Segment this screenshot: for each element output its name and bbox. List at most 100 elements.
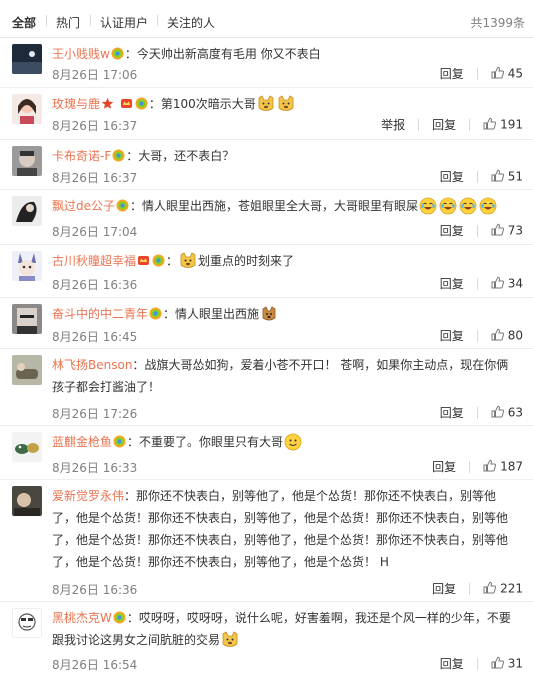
comment-time: 8月26日 17:04 xyxy=(52,225,138,239)
action-divider xyxy=(469,582,471,595)
rainbow-badge-icon xyxy=(152,254,165,267)
like-button[interactable]: 63 xyxy=(491,405,523,420)
thumbs-up-icon xyxy=(491,656,504,669)
like-button[interactable]: 73 xyxy=(491,223,523,238)
reply-button[interactable]: 回复 xyxy=(440,222,464,239)
comment-text: 黑桃杰克W ：哎呀呀，哎呀呀，说什么呢，好害羞啊，我还是个风一样的少年，不要跟我讨… xyxy=(52,611,511,647)
laugh-cry-emoji-icon xyxy=(439,197,457,215)
tab-hot[interactable]: 热门 xyxy=(56,14,80,31)
avatar[interactable] xyxy=(12,196,42,226)
comment-item: 王小贱贱w ：今天帅出新高度有毛用 你又不表白 8月26日 17:06 回复 45 xyxy=(0,38,533,88)
like-button[interactable]: 34 xyxy=(491,276,523,291)
reply-button[interactable]: 回复 xyxy=(440,275,464,292)
rainbow-badge-icon xyxy=(111,47,124,60)
action-divider xyxy=(476,277,478,290)
comment-item: 爱新觉罗永伟：那你还不快表白，别等他了，他是个怂货！那你还不快表白，别等他了，他… xyxy=(0,480,533,602)
like-button[interactable]: 187 xyxy=(483,459,523,474)
tab-divider xyxy=(46,15,47,26)
action-divider xyxy=(418,118,420,131)
like-count: 51 xyxy=(507,169,523,184)
rainbow-badge-icon xyxy=(112,149,125,162)
like-button[interactable]: 221 xyxy=(483,581,523,596)
comment-username[interactable]: 林飞扬Benson xyxy=(52,358,132,372)
dog-emoji-icon xyxy=(262,306,276,321)
reply-button[interactable]: 回复 xyxy=(440,327,464,344)
like-count: 31 xyxy=(507,656,523,671)
comment-item: 黑桃杰克W ：哎呀呀，哎呀呀，说什么呢，好害羞啊，我还是个风一样的少年，不要跟我讨… xyxy=(0,602,533,678)
comment-actions: 回复 187 xyxy=(432,458,523,475)
tab-all[interactable]: 全部 xyxy=(12,14,36,31)
doge-emoji-icon xyxy=(180,252,196,268)
avatar[interactable] xyxy=(12,304,42,334)
comment-content: 不重要了。你眼里只有大哥 xyxy=(139,435,284,449)
comment-username[interactable]: 飘过de公子 xyxy=(52,199,115,213)
comment-text: 王小贱贱w ：今天帅出新高度有毛用 你又不表白 xyxy=(52,47,321,61)
comment-text: 玫瑰与鹿 ：第100次暗示大哥 xyxy=(52,93,518,115)
comment-content: 今天帅出新高度有毛用 你又不表白 xyxy=(136,47,321,61)
thumbs-up-icon xyxy=(491,276,504,289)
reply-button[interactable]: 回复 xyxy=(432,458,456,475)
crown-badge-icon xyxy=(138,256,150,265)
comment-username[interactable]: 奋斗中的中二青年 xyxy=(52,307,148,321)
comment-item: 卡布奇诺-F ：大哥，还不表白？ 8月26日 16:37 回复 51 xyxy=(0,140,533,190)
like-button[interactable]: 80 xyxy=(491,328,523,343)
like-button[interactable]: 51 xyxy=(491,169,523,184)
comment-actions: 回复 31 xyxy=(440,655,523,672)
comment-username[interactable]: 王小贱贱w xyxy=(52,47,110,61)
like-button[interactable]: 31 xyxy=(491,656,523,671)
avatar[interactable] xyxy=(12,44,42,74)
comment-username[interactable]: 古川秋瞳超幸福 xyxy=(52,254,136,268)
avatar[interactable] xyxy=(12,146,42,176)
avatar[interactable] xyxy=(12,608,42,638)
avatar[interactable] xyxy=(12,251,42,281)
action-divider xyxy=(476,67,478,80)
comment-item: 古川秋瞳超幸福：划重点的时刻来了 8月26日 16:36 回复 34 xyxy=(0,245,533,298)
tab-following[interactable]: 关注的人 xyxy=(167,14,215,31)
comment-item: 奋斗中的中二青年 ：情人眼里出西施 8月26日 16:45 回复 80 xyxy=(0,298,533,349)
tab-divider xyxy=(90,15,91,26)
thumbs-up-icon xyxy=(491,328,504,341)
like-count: 221 xyxy=(500,581,523,596)
reply-button[interactable]: 回复 xyxy=(432,116,456,133)
thumbs-up-icon xyxy=(491,223,504,236)
avatar[interactable] xyxy=(12,486,42,516)
comment-username[interactable]: 蓝麒金枪鱼 xyxy=(52,435,112,449)
avatar[interactable] xyxy=(12,94,42,124)
rainbow-badge-icon xyxy=(135,97,148,110)
like-button[interactable]: 191 xyxy=(483,117,523,132)
comment-content: 大哥，还不表白？ xyxy=(138,149,235,163)
doge-emoji-icon xyxy=(278,95,294,111)
comment-text: 卡布奇诺-F ：大哥，还不表白？ xyxy=(52,149,235,163)
rainbow-badge-icon xyxy=(113,435,126,448)
comment-username[interactable]: 卡布奇诺-F xyxy=(52,149,111,163)
comment-actions: 回复 34 xyxy=(440,275,523,292)
comment-total-count: 共1399条 xyxy=(470,16,525,30)
comment-item: 飘过de公子 ：情人眼里出西施，苍姐眼里全大哥，大哥眼里有眼屎 8月26日 17:… xyxy=(0,190,533,245)
report-button[interactable]: 举报 xyxy=(381,116,405,133)
comment-content: 情人眼里出西施，苍姐眼里全大哥，大哥眼里有眼屎 xyxy=(142,199,419,213)
avatar[interactable] xyxy=(12,432,42,462)
rainbow-badge-icon xyxy=(116,199,129,212)
laugh-cry-emoji-icon xyxy=(459,197,477,215)
reply-button[interactable]: 回复 xyxy=(432,580,456,597)
comment-time: 8月26日 16:33 xyxy=(52,461,138,475)
comment-time: 8月26日 16:36 xyxy=(52,278,138,292)
comment-text: 飘过de公子 ：情人眼里出西施，苍姐眼里全大哥，大哥眼里有眼屎 xyxy=(52,195,518,217)
like-count: 80 xyxy=(507,328,523,343)
comment-username[interactable]: 玫瑰与鹿 xyxy=(52,97,100,111)
reply-button[interactable]: 回复 xyxy=(440,168,464,185)
reply-button[interactable]: 回复 xyxy=(440,655,464,672)
reply-button[interactable]: 回复 xyxy=(440,404,464,421)
comment-actions: 回复 51 xyxy=(440,168,523,185)
reply-button[interactable]: 回复 xyxy=(440,65,464,82)
avatar[interactable] xyxy=(12,355,42,385)
comment-username[interactable]: 黑桃杰克W xyxy=(52,611,112,625)
comment-text: 古川秋瞳超幸福：划重点的时刻来了 xyxy=(52,252,295,268)
comment-content: 第100次暗示大哥 xyxy=(160,97,256,111)
thumbs-up-icon xyxy=(491,405,504,418)
tab-verified[interactable]: 认证用户 xyxy=(100,14,148,31)
thumbs-up-icon xyxy=(483,459,497,472)
comment-username[interactable]: 爱新觉罗永伟 xyxy=(52,489,124,503)
like-button[interactable]: 45 xyxy=(491,66,523,81)
laugh-cry-emoji-icon xyxy=(419,197,437,215)
